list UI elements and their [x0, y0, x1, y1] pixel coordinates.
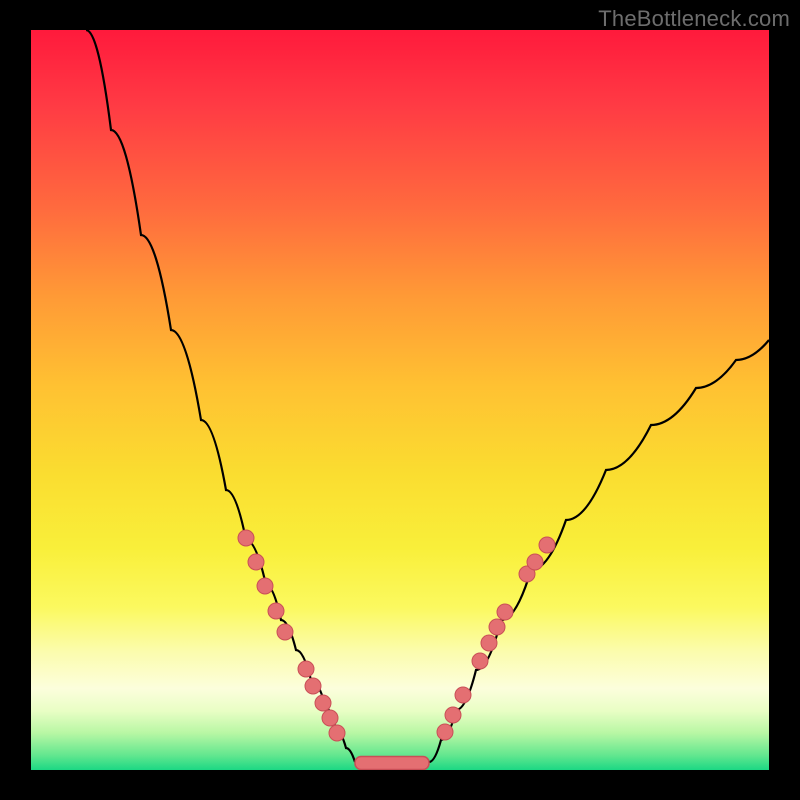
data-dot — [455, 687, 471, 703]
watermark-text: TheBottleneck.com — [598, 6, 790, 32]
data-dot — [481, 635, 497, 651]
data-dot — [277, 624, 293, 640]
data-dot — [305, 678, 321, 694]
plot-area — [31, 30, 769, 770]
data-dot — [248, 554, 264, 570]
data-dot — [257, 578, 273, 594]
data-dot — [489, 619, 505, 635]
data-dot — [298, 661, 314, 677]
data-dot — [437, 724, 453, 740]
data-dot — [315, 695, 331, 711]
data-dot — [539, 537, 555, 553]
data-dot — [238, 530, 254, 546]
data-dot — [527, 554, 543, 570]
dots-right-group — [437, 537, 555, 740]
data-dot — [322, 710, 338, 726]
curve-layer — [31, 30, 769, 770]
chart-frame: TheBottleneck.com — [0, 0, 800, 800]
left-curve-path — [86, 30, 355, 762]
data-dot — [268, 603, 284, 619]
data-dot — [472, 653, 488, 669]
data-dot — [329, 725, 345, 741]
flat-band — [355, 757, 429, 770]
data-dot — [445, 707, 461, 723]
data-dot — [497, 604, 513, 620]
right-curve-path — [429, 340, 769, 762]
